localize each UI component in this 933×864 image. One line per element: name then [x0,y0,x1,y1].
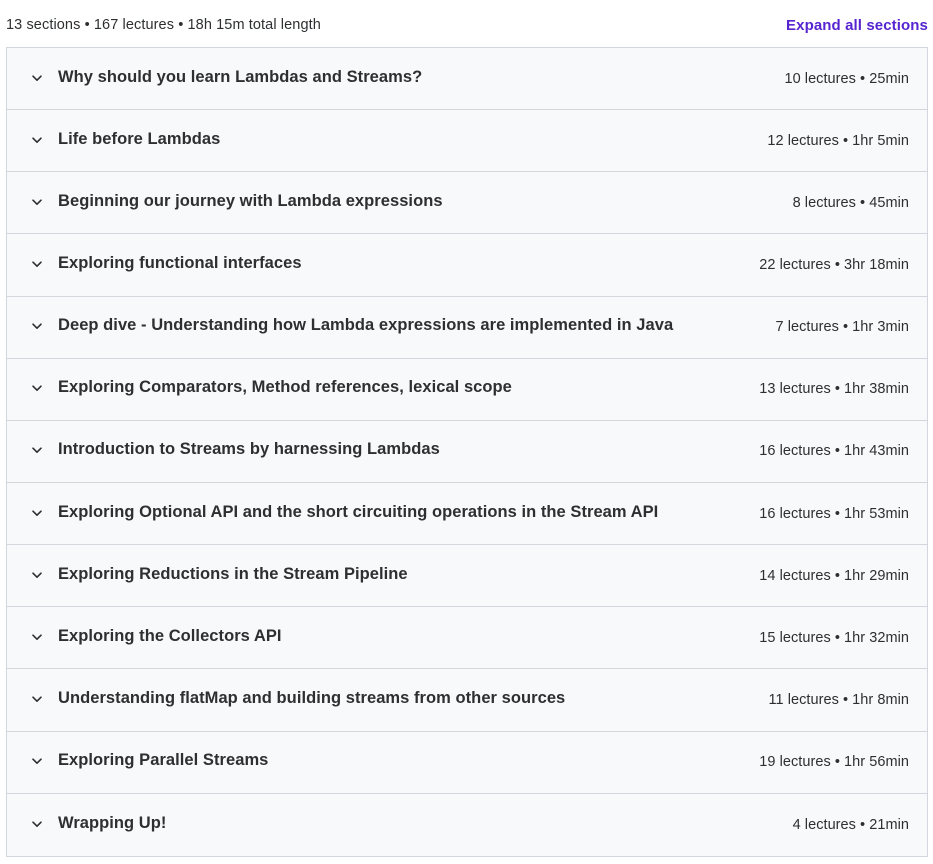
course-content: 13 sections • 167 lectures • 18h 15m tot… [0,0,933,864]
section-meta: 4 lectures • 21min [792,816,909,833]
section-row[interactable]: Exploring Optional API and the short cir… [7,482,927,546]
section-list: Why should you learn Lambdas and Streams… [6,47,928,857]
section-title: Deep dive - Understanding how Lambda exp… [58,316,674,335]
section-row[interactable]: Deep dive - Understanding how Lambda exp… [7,296,927,359]
section-meta: 22 lectures • 3hr 18min [759,256,909,273]
chevron-down-icon[interactable] [29,505,45,521]
section-title: Wrapping Up! [58,813,167,832]
section-row[interactable]: Wrapping Up! 4 lectures • 21min [7,793,927,856]
section-meta: 15 lectures • 1hr 32min [759,629,909,646]
chevron-down-icon[interactable] [29,318,45,334]
chevron-down-icon[interactable] [29,70,45,86]
section-title: Exploring Comparators, Method references… [58,378,512,397]
section-title: Exploring Parallel Streams [58,751,269,770]
section-row[interactable]: Exploring Parallel Streams 19 lectures • … [7,731,927,794]
section-title: Life before Lambdas [58,129,221,148]
section-title: Exploring functional interfaces [58,253,302,272]
section-title: Introduction to Streams by harnessing La… [58,440,440,459]
section-row[interactable]: Introduction to Streams by harnessing La… [7,420,927,483]
section-title: Understanding flatMap and building strea… [58,688,566,707]
section-title: Exploring Optional API and the short cir… [58,502,659,521]
chevron-down-icon[interactable] [29,753,45,769]
section-row[interactable]: Life before Lambdas 12 lectures • 1hr 5mi… [7,110,927,173]
chevron-down-icon[interactable] [29,816,45,832]
section-meta: 8 lectures • 45min [792,194,909,211]
section-row[interactable]: Understanding flatMap and building strea… [7,669,927,732]
section-meta: 14 lectures • 1hr 29min [759,567,909,584]
section-row[interactable]: Why should you learn Lambdas and Streams… [7,48,927,111]
section-meta: 7 lectures • 1hr 3min [775,319,909,336]
section-meta: 16 lectures • 1hr 53min [759,505,909,522]
section-row[interactable]: Exploring functional interfaces 22 lectur… [7,234,927,297]
section-meta: 12 lectures • 1hr 5min [767,132,909,149]
chevron-down-icon[interactable] [29,256,45,272]
chevron-down-icon[interactable] [29,132,45,148]
expand-all-sections-button[interactable]: Expand all sections [786,17,928,34]
chevron-down-icon[interactable] [29,380,45,396]
section-row[interactable]: Beginning our journey with Lambda expres… [7,172,927,235]
chevron-down-icon[interactable] [29,442,45,458]
section-row[interactable]: Exploring Reductions in the Stream Pipel… [7,545,927,608]
section-row[interactable]: Exploring Comparators, Method references… [7,358,927,421]
section-meta: 19 lectures • 1hr 56min [759,754,909,771]
section-meta: 10 lectures • 25min [784,70,909,87]
chevron-down-icon[interactable] [29,629,45,645]
chevron-down-icon[interactable] [29,691,45,707]
course-content-header: 13 sections • 167 lectures • 18h 15m tot… [6,14,928,36]
course-summary: 13 sections • 167 lectures • 18h 15m tot… [6,17,321,33]
section-title: Exploring Reductions in the Stream Pipel… [58,564,408,583]
chevron-down-icon[interactable] [29,194,45,210]
chevron-down-icon[interactable] [29,567,45,583]
section-meta: 13 lectures • 1hr 38min [759,381,909,398]
section-title: Exploring the Collectors API [58,626,282,645]
section-row[interactable]: Exploring the Collectors API 15 lectures … [7,607,927,670]
section-title: Why should you learn Lambdas and Streams… [58,67,423,86]
section-meta: 16 lectures • 1hr 43min [759,443,909,460]
section-meta: 11 lectures • 1hr 8min [768,691,909,708]
section-title: Beginning our journey with Lambda expres… [58,191,443,210]
